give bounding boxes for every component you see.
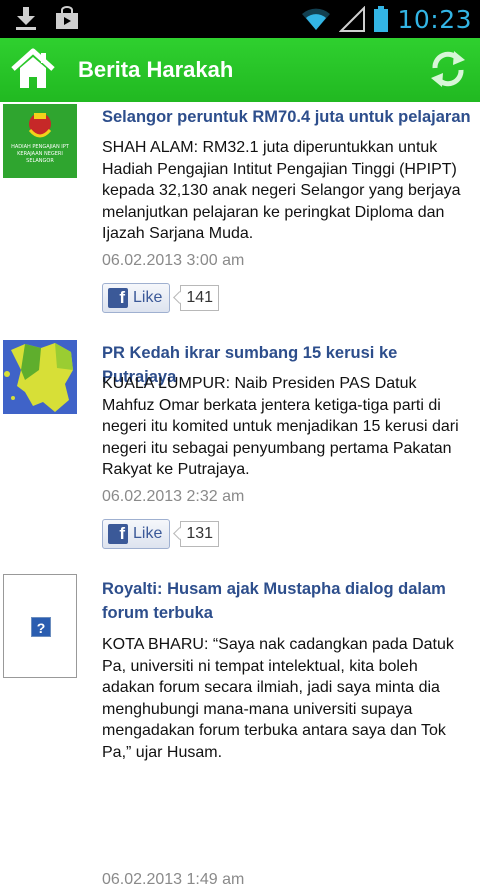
news-item[interactable]: HADIAH PENGAJIAN IPT KERAJAAN NEGERI SEL… <box>0 102 480 332</box>
download-icon <box>16 7 36 30</box>
map-icon <box>3 340 77 414</box>
article-summary: SHAH ALAM: RM32.1 juta diperuntukkan unt… <box>102 139 461 242</box>
app-title: Berita Harakah <box>78 57 234 82</box>
article-thumbnail <box>3 340 77 414</box>
article-date: 06.02.2013 2:32 am <box>102 488 245 505</box>
article-thumbnail: HADIAH PENGAJIAN IPT KERAJAAN NEGERI SEL… <box>3 104 77 178</box>
action-bar: Berita Harakah <box>0 38 480 102</box>
article-summary: KUALA LUMPUR: Naib Presiden PAS Datuk Ma… <box>102 375 459 478</box>
like-label: Like <box>133 289 163 306</box>
home-icon <box>11 48 55 88</box>
article-thumbnail: ? <box>3 574 77 678</box>
news-item[interactable]: PR Kedah ikrar sumbang 15 kerusi ke Putr… <box>0 338 480 566</box>
status-bar: 10:23 <box>0 0 480 38</box>
thumbnail-caption-line: HADIAH PENGAJIAN IPT <box>11 144 69 150</box>
clock: 10:23 <box>397 4 472 34</box>
facebook-like-widget: f Like 141 <box>102 282 220 314</box>
facebook-icon: f <box>108 288 128 308</box>
broken-image-icon: ? <box>31 617 51 637</box>
like-count: 141 <box>180 285 220 311</box>
article-date: 06.02.2013 3:00 am <box>102 252 245 269</box>
wifi-icon <box>302 8 331 30</box>
article-title[interactable]: Selangor peruntuk RM70.4 juta untuk pela… <box>102 105 472 129</box>
article-summary: KOTA BHARU: “Saya nak cadangkan pada Dat… <box>102 636 454 761</box>
like-label: Like <box>133 525 163 542</box>
refresh-icon <box>431 51 465 87</box>
signal-icon <box>339 6 366 32</box>
like-button[interactable]: f Like <box>102 283 171 313</box>
store-icon <box>56 6 78 29</box>
like-button[interactable]: f Like <box>102 519 171 549</box>
home-button[interactable] <box>10 46 56 92</box>
facebook-icon: f <box>108 524 128 544</box>
article-date: 06.02.2013 1:49 am <box>102 871 245 888</box>
article-title[interactable]: Royalti: Husam ajak Mustapha dialog dala… <box>102 577 472 625</box>
emblem-icon <box>3 104 77 178</box>
facebook-like-widget: f Like 131 <box>102 518 220 550</box>
refresh-button[interactable] <box>428 48 468 90</box>
like-count: 131 <box>180 521 220 547</box>
thumbnail-caption-line: KERAJAAN NEGERI SELANGOR <box>17 151 63 164</box>
battery-icon <box>374 6 389 32</box>
news-item[interactable]: ? Royalti: Husam ajak Mustapha dialog da… <box>0 574 480 888</box>
